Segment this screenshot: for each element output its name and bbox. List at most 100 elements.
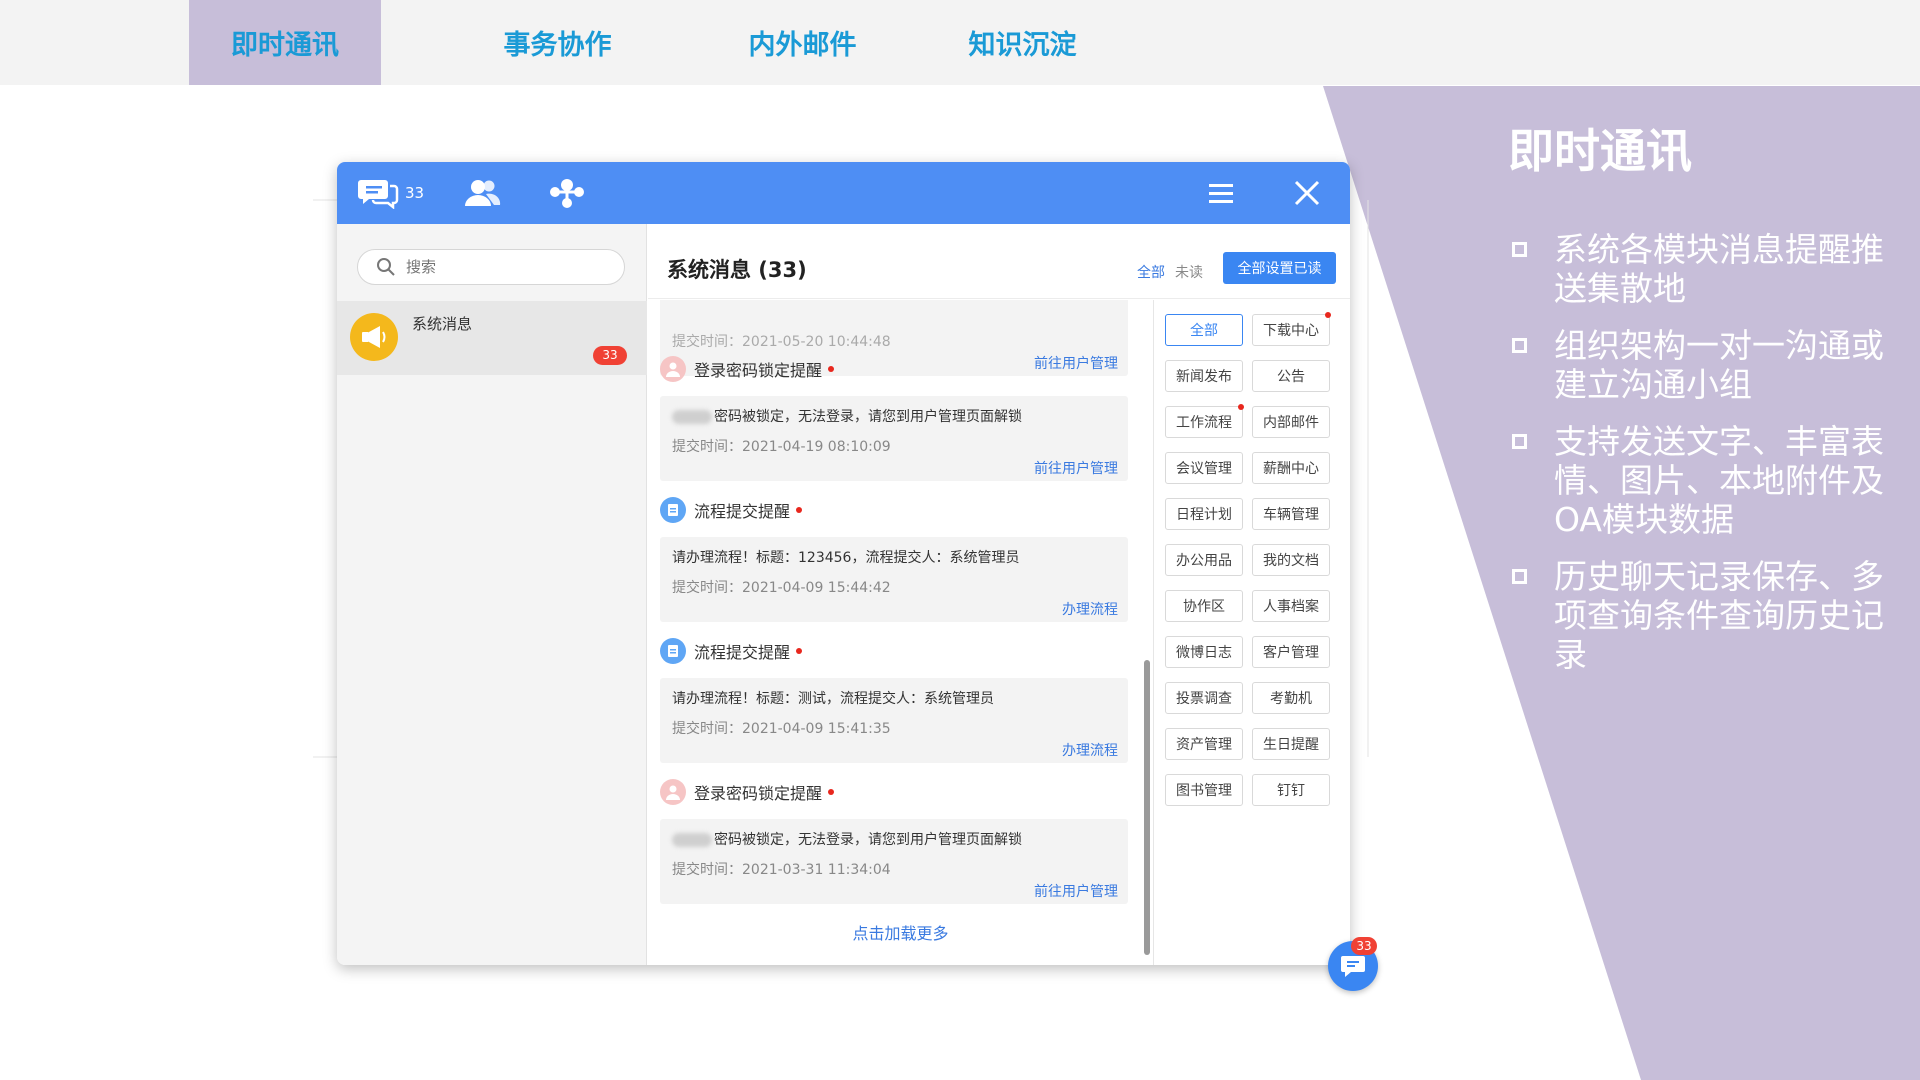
message-action-link[interactable]: 办理流程	[1062, 599, 1118, 619]
feature-text: 组织架构一对一沟通或建立沟通小组	[1554, 326, 1884, 404]
unread-badge: 33	[593, 346, 627, 365]
message-action-link[interactable]: 办理流程	[1062, 740, 1118, 760]
category-customer[interactable]: 客户管理	[1252, 636, 1330, 668]
search-icon	[377, 258, 395, 276]
message-action-link[interactable]: 前往用户管理	[1034, 458, 1118, 478]
message-list: 提交时间：2021-05-20 10:44:48 前往用户管理 登录密码锁定提醒…	[648, 300, 1153, 965]
close-icon	[1294, 180, 1320, 206]
panel-title: 即时通讯	[1508, 124, 1692, 178]
message-header: 流程提交提醒	[660, 495, 803, 525]
floating-unread-badge: 33	[1351, 937, 1377, 955]
message-body: 密码被锁定，无法登录，请您到用户管理页面解锁 提交时间：2021-04-19 0…	[660, 396, 1128, 481]
menu-icon	[1209, 184, 1233, 203]
message-action-link[interactable]: 前往用户管理	[1034, 881, 1118, 901]
message-title: 登录密码锁定提醒	[694, 361, 823, 380]
message-pane: 系统消息 (33) 全部 未读 全部设置已读 提交时间：2021-05-20 1…	[648, 224, 1350, 965]
contacts-tab[interactable]	[462, 176, 502, 210]
workflow-icon	[660, 638, 686, 664]
close-button[interactable]	[1292, 176, 1322, 210]
mark-all-read-button[interactable]: 全部设置已读	[1223, 252, 1336, 284]
message-time: 提交时间：2021-04-19 08:10:09	[672, 439, 891, 455]
top-nav: 即时通讯 事务协作 内外邮件 知识沉淀	[0, 0, 1920, 85]
category-library[interactable]: 图书管理	[1165, 774, 1243, 806]
user-icon	[660, 356, 686, 382]
category-hr-records[interactable]: 人事档案	[1252, 590, 1330, 622]
category-news[interactable]: 新闻发布	[1165, 360, 1243, 392]
square-bullet-icon	[1512, 569, 1527, 584]
nav-tab-instant-messaging[interactable]: 即时通讯	[189, 0, 381, 85]
chat-icon	[1341, 956, 1365, 977]
messages-tab[interactable]: 33	[357, 176, 424, 210]
conversation-list: 系统消息 33	[337, 224, 647, 965]
message-pane-header: 系统消息 (33) 全部 未读 全部设置已读	[648, 224, 1350, 299]
category-meeting[interactable]: 会议管理	[1165, 452, 1243, 484]
category-download-center[interactable]: 下载中心	[1252, 312, 1331, 346]
message-time: 提交时间：2021-05-20 10:44:48	[672, 334, 891, 350]
message-body: 请办理流程！标题：123456，流程提交人：系统管理员 提交时间：2021-04…	[660, 537, 1128, 622]
category-workflow[interactable]: 工作流程	[1165, 404, 1244, 438]
category-my-documents[interactable]: 我的文档	[1252, 544, 1330, 576]
feature-text: 历史聊天记录保存、多项查询条件查询历史记录	[1554, 557, 1884, 674]
unread-dot	[796, 507, 803, 513]
category-dingtalk[interactable]: 钉钉	[1252, 774, 1330, 806]
message-time: 提交时间：2021-03-31 11:34:04	[672, 862, 891, 878]
nav-tab-collaboration[interactable]: 事务协作	[480, 0, 635, 85]
conversation-item-system[interactable]: 系统消息 33	[337, 301, 647, 375]
feature-list: 系统各模块消息提醒推送集散地 组织架构一对一沟通或建立沟通小组 支持发送文字、丰…	[1508, 230, 1888, 692]
menu-button[interactable]	[1207, 176, 1235, 210]
message-body: 密码被锁定，无法登录，请您到用户管理页面解锁 提交时间：2021-03-31 1…	[660, 819, 1128, 904]
category-salary[interactable]: 薪酬中心	[1252, 452, 1330, 484]
category-collab-area[interactable]: 协作区	[1165, 590, 1243, 622]
unread-dot	[828, 789, 835, 795]
category-schedule[interactable]: 日程计划	[1165, 498, 1243, 530]
search-box[interactable]	[357, 249, 625, 285]
message-header: 登录密码锁定提醒	[660, 777, 835, 807]
category-notice[interactable]: 公告	[1252, 360, 1330, 392]
category-attendance[interactable]: 考勤机	[1252, 682, 1330, 714]
redacted-username	[672, 410, 712, 424]
load-more-link[interactable]: 点击加载更多	[648, 920, 1153, 944]
user-icon	[660, 779, 686, 805]
category-filter-panel: 全部 下载中心 新闻发布 公告 工作流程 内部邮件 会议管理 薪酬中心 日程计划…	[1153, 300, 1350, 965]
category-all[interactable]: 全部	[1165, 314, 1243, 346]
square-bullet-icon	[1512, 338, 1527, 353]
nav-tab-knowledge[interactable]: 知识沉淀	[945, 0, 1100, 85]
category-assets[interactable]: 资产管理	[1165, 728, 1243, 760]
org-tree-icon	[550, 179, 584, 208]
category-internal-mail[interactable]: 内部邮件	[1252, 406, 1330, 438]
message-text: 密码被锁定，无法登录，请您到用户管理页面解锁	[672, 829, 1022, 849]
unread-dot	[796, 648, 803, 654]
contacts-icon	[465, 180, 501, 206]
message-text: 请办理流程！标题：测试，流程提交人：系统管理员	[672, 691, 994, 707]
category-vehicle[interactable]: 车辆管理	[1252, 498, 1330, 530]
message-title: 登录密码锁定提醒	[694, 784, 823, 803]
feature-text: 系统各模块消息提醒推送集散地	[1554, 230, 1884, 308]
category-survey[interactable]: 投票调查	[1165, 682, 1243, 714]
filter-all-link[interactable]: 全部	[1137, 262, 1165, 282]
window-titlebar: 33	[337, 162, 1350, 224]
filter-unread-link[interactable]: 未读	[1175, 262, 1203, 282]
category-office-supplies[interactable]: 办公用品	[1165, 544, 1243, 576]
unread-dot	[1325, 312, 1331, 318]
unread-dot	[1238, 404, 1244, 410]
message-header: 流程提交提醒	[660, 636, 803, 666]
org-tab[interactable]	[547, 176, 587, 210]
pane-title: 系统消息 (33)	[667, 258, 807, 282]
nav-tab-mail[interactable]: 内外邮件	[725, 0, 880, 85]
messages-count: 33	[405, 184, 425, 202]
search-input[interactable]	[406, 258, 606, 276]
feature-item: 支持发送文字、丰富表情、图片、本地附件及OA模块数据	[1508, 422, 1888, 539]
square-bullet-icon	[1512, 242, 1527, 257]
category-birthday[interactable]: 生日提醒	[1252, 728, 1330, 760]
conversation-avatar	[350, 313, 398, 361]
category-weibo-log[interactable]: 微博日志	[1165, 636, 1243, 668]
square-bullet-icon	[1512, 434, 1527, 449]
message-scrollbar[interactable]	[1144, 660, 1150, 955]
workflow-icon	[660, 497, 686, 523]
megaphone-icon	[362, 326, 386, 348]
message-action-link[interactable]: 前往用户管理	[1034, 353, 1118, 373]
unread-dot	[828, 366, 835, 372]
message-title: 流程提交提醒	[694, 502, 791, 521]
feature-item: 历史聊天记录保存、多项查询条件查询历史记录	[1508, 557, 1888, 674]
redacted-username	[672, 833, 712, 847]
